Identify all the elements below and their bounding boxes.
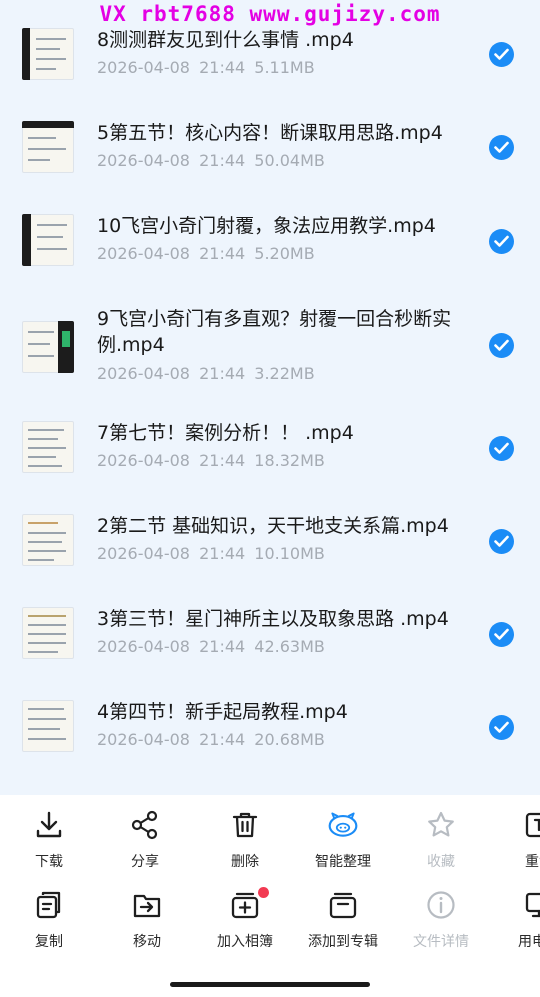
file-details-button[interactable]: 文件详情	[392, 889, 490, 951]
file-name: 3第三节！星门神所主以及取象思路 .mp4	[97, 608, 449, 630]
file-date: 2026-04-08	[97, 364, 190, 383]
trash-icon	[232, 812, 258, 838]
copy-label: 复制	[35, 934, 63, 950]
selected-check-icon[interactable]	[489, 333, 514, 358]
download-label: 下载	[35, 854, 63, 870]
file-date: 2026-04-08	[97, 544, 190, 563]
file-date: 2026-04-08	[97, 244, 190, 263]
video-thumbnail	[22, 321, 74, 373]
file-meta: 2026-04-08 21:44 20.68MB	[97, 730, 325, 749]
file-name: 10飞宫小奇门射覆，象法应用教学.mp4	[97, 215, 436, 237]
home-indicator[interactable]	[170, 982, 370, 987]
share-label: 分享	[131, 854, 159, 870]
delete-label: 删除	[231, 854, 259, 870]
selected-check-icon[interactable]	[489, 529, 514, 554]
video-thumbnail	[22, 421, 74, 473]
add-to-album-label: 加入相簿	[217, 934, 273, 950]
computer-icon	[525, 892, 540, 918]
file-size: 5.11MB	[254, 58, 315, 77]
selected-check-icon[interactable]	[489, 229, 514, 254]
add-to-album-button[interactable]: 加入相簿	[196, 887, 294, 951]
favorite-label: 收藏	[427, 854, 455, 870]
file-name: 4第四节！新手起局教程.mp4	[97, 701, 348, 723]
file-meta: 2026-04-08 21:44 18.32MB	[97, 451, 325, 470]
file-meta: 2026-04-08 21:44 5.11MB	[97, 58, 315, 77]
add-album-icon	[231, 892, 259, 919]
move-button[interactable]: 移动	[98, 889, 196, 951]
delete-button[interactable]: 删除	[196, 809, 294, 871]
file-meta: 2026-04-08 21:44 42.63MB	[97, 637, 325, 656]
info-icon	[427, 891, 455, 919]
selected-check-icon[interactable]	[489, 622, 514, 647]
file-size: 20.68MB	[254, 730, 325, 749]
file-date: 2026-04-08	[97, 637, 190, 656]
file-name: 2第二节 基础知识，天干地支关系篇.mp4	[97, 515, 449, 537]
file-time: 21:44	[199, 244, 246, 263]
file-date: 2026-04-08	[97, 451, 190, 470]
file-size: 42.63MB	[254, 637, 325, 656]
file-time: 21:44	[199, 730, 246, 749]
file-name: 8测测群友见到什么事情 .mp4	[97, 29, 354, 51]
video-thumbnail	[22, 28, 74, 80]
file-size: 18.32MB	[254, 451, 325, 470]
add-to-collection-label: 添加到专辑	[308, 934, 378, 950]
file-meta: 2026-04-08 21:44 10.10MB	[97, 544, 325, 563]
rename-button[interactable]: 重命	[490, 809, 540, 871]
add-to-collection-button[interactable]: 添加到专辑	[294, 889, 392, 951]
open-on-computer-label: 用电脑	[518, 934, 540, 950]
open-on-computer-button[interactable]: 用电脑	[490, 889, 540, 951]
download-icon	[36, 811, 62, 838]
bottom-action-toolbar: 下载 分享 删除 智能整理 收藏 重 复制 移动 加入相簿 添加到专辑 文件详情…	[0, 795, 540, 997]
selected-check-icon[interactable]	[489, 135, 514, 160]
selected-check-icon[interactable]	[489, 436, 514, 461]
selected-check-icon[interactable]	[489, 715, 514, 740]
file-name: 5第五节！核心内容！断课取用思路.mp4	[97, 122, 443, 144]
file-meta: 2026-04-08 21:44 50.04MB	[97, 151, 325, 170]
file-size: 5.20MB	[254, 244, 315, 263]
file-time: 21:44	[199, 451, 246, 470]
file-size: 3.22MB	[254, 364, 315, 383]
file-time: 21:44	[199, 151, 246, 170]
file-date: 2026-04-08	[97, 730, 190, 749]
file-name: 9飞宫小奇门有多直观？射覆一回合秒断实例.mp4	[97, 308, 452, 356]
video-thumbnail	[22, 700, 74, 752]
video-thumbnail	[22, 607, 74, 659]
video-thumbnail	[22, 121, 74, 173]
watermark: VX rbt7688 www.gujizy.com	[99, 2, 441, 26]
new-badge	[258, 887, 269, 898]
move-icon	[133, 894, 161, 918]
copy-button[interactable]: 复制	[0, 889, 98, 951]
smart-organize-label: 智能整理	[315, 854, 371, 870]
file-details-label: 文件详情	[413, 934, 469, 950]
file-meta: 2026-04-08 21:44 5.20MB	[97, 244, 315, 263]
file-date: 2026-04-08	[97, 151, 190, 170]
video-thumbnail	[22, 214, 74, 266]
rename-icon	[525, 812, 540, 838]
selected-check-icon[interactable]	[489, 42, 514, 67]
download-button[interactable]: 下载	[0, 809, 98, 871]
file-time: 21:44	[199, 544, 246, 563]
add-to-collection-icon	[329, 892, 357, 919]
favorite-button[interactable]: 收藏	[392, 809, 490, 871]
file-time: 21:44	[199, 364, 246, 383]
file-size: 50.04MB	[254, 151, 325, 170]
rename-label: 重命	[525, 854, 540, 870]
move-label: 移动	[133, 934, 161, 950]
smart-organize-button[interactable]: 智能整理	[294, 809, 392, 871]
file-name: 7第七节！案例分析！！ .mp4	[97, 422, 354, 444]
file-time: 21:44	[199, 637, 246, 656]
video-thumbnail	[22, 514, 74, 566]
file-time: 21:44	[199, 58, 246, 77]
smart-organize-icon	[328, 812, 358, 837]
file-size: 10.10MB	[254, 544, 325, 563]
file-date: 2026-04-08	[97, 58, 190, 77]
star-icon	[428, 811, 454, 837]
share-icon	[131, 810, 158, 840]
file-meta: 2026-04-08 21:44 3.22MB	[97, 364, 315, 383]
share-button[interactable]: 分享	[96, 809, 194, 871]
copy-icon	[36, 891, 61, 919]
